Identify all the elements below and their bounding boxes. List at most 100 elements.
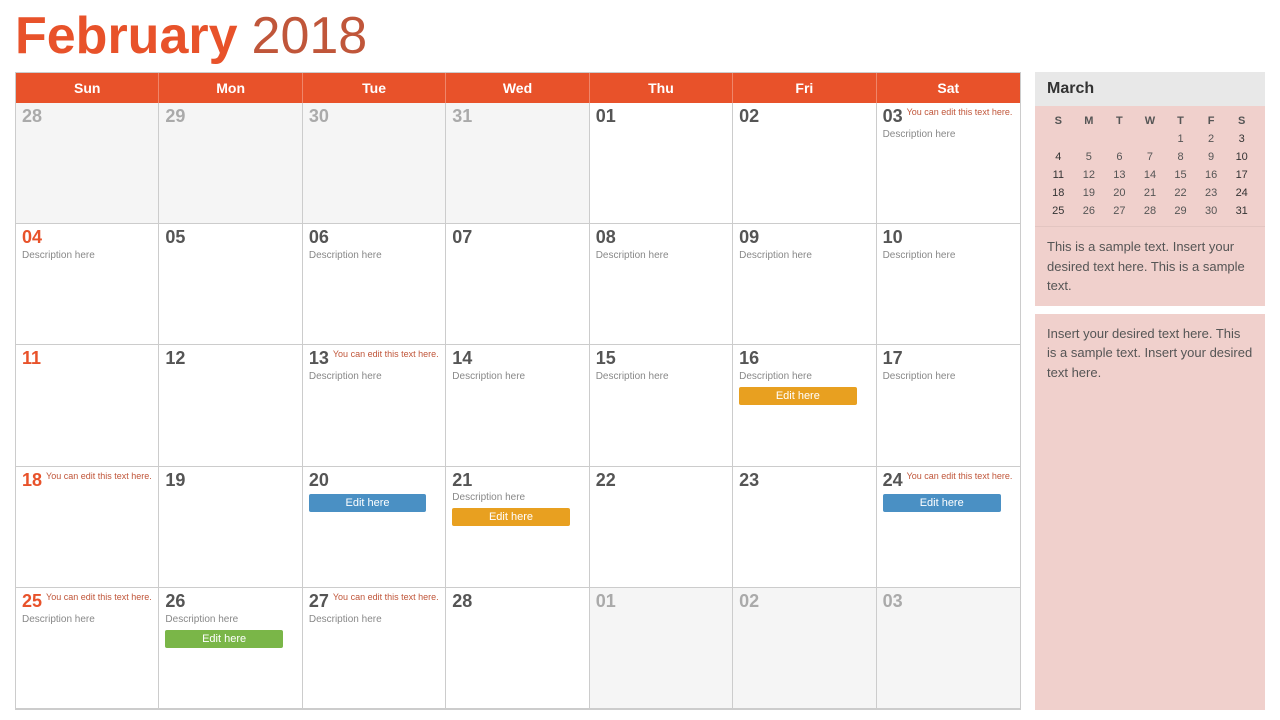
day-top: 31 — [452, 107, 582, 127]
day-top: 22 — [596, 471, 726, 491]
day-top: 25You can edit this text here. — [22, 592, 152, 612]
description-text: Description here — [452, 492, 582, 504]
mini-cal-cell: 10 — [1226, 148, 1257, 166]
day-top: 02 — [739, 107, 869, 127]
description-text: Description here — [309, 250, 439, 262]
description-text: Description here — [883, 250, 1014, 262]
header-month: February — [15, 10, 238, 62]
cal-cell-row0-col1: 29 — [159, 103, 302, 224]
day-number: 17 — [883, 349, 903, 369]
mini-cal-cell: 7 — [1135, 148, 1166, 166]
cal-cell-row4-col0: 25You can edit this text here.Descriptio… — [16, 588, 159, 709]
day-top: 02 — [739, 592, 869, 612]
mini-cal-cell: 14 — [1135, 166, 1166, 184]
cal-cell-row0-col3: 31 — [446, 103, 589, 224]
mini-cal-cell — [1043, 130, 1074, 148]
mini-cal-cell: 20 — [1104, 184, 1135, 202]
day-top: 07 — [452, 228, 582, 248]
cal-cell-row0-col6: 03You can edit this text here.Descriptio… — [877, 103, 1020, 224]
calendar-body: 28 29 30 31 01 02 03 You can edit this text her… — [16, 103, 1020, 709]
day-number: 08 — [596, 228, 616, 248]
mini-cal-row: 123 — [1043, 130, 1257, 148]
cal-cell-row4-col1: 26 Description here Edit here — [159, 588, 302, 709]
cal-cell-row3-col3: 21Description here Edit here — [446, 467, 589, 588]
day-top: 09 — [739, 228, 869, 248]
day-number: 09 — [739, 228, 759, 248]
mini-cal-title: March — [1035, 72, 1265, 106]
edit-note: You can edit this text here. — [333, 349, 439, 360]
mini-cal-row: 11121314151617 — [1043, 166, 1257, 184]
cal-cell-row3-col5: 23 — [733, 467, 876, 588]
page-header: February 2018 — [15, 10, 1265, 62]
day-number: 28 — [452, 592, 472, 612]
mini-cal-cell: 3 — [1226, 130, 1257, 148]
cal-cell-row4-col3: 28 — [446, 588, 589, 709]
day-top: 08 — [596, 228, 726, 248]
cal-cell-row0-col0: 28 — [16, 103, 159, 224]
mini-cal-cell: 22 — [1165, 184, 1196, 202]
cal-cell-row0-col4: 01 — [590, 103, 733, 224]
edit-button[interactable]: Edit here — [739, 387, 856, 405]
mini-cal-row: 18192021222324 — [1043, 184, 1257, 202]
edit-note: You can edit this text here. — [333, 592, 439, 603]
cal-cell-row1-col5: 09Description here — [733, 224, 876, 345]
cal-cell-row2-col0: 11 — [16, 345, 159, 466]
sidebar: March SMTWTFS 12345678910111213141516171… — [1035, 72, 1265, 710]
day-top: 06 — [309, 228, 439, 248]
mini-calendar: SMTWTFS 12345678910111213141516171819202… — [1035, 106, 1265, 226]
mini-cal-row: 25262728293031 — [1043, 202, 1257, 220]
cal-cell-row1-col3: 07 — [446, 224, 589, 345]
mini-cal-cell: 17 — [1226, 166, 1257, 184]
day-number: 26 — [165, 592, 185, 612]
mini-cal-cell: 8 — [1165, 148, 1196, 166]
day-number: 06 — [309, 228, 329, 248]
main-layout: Sun Mon Tue Wed Thu Fri Sat 282930310102… — [15, 72, 1265, 710]
col-thu: Thu — [590, 73, 733, 103]
cal-cell-row2-col4: 15 Description here — [590, 345, 733, 466]
day-number: 23 — [739, 471, 759, 491]
mini-cal-header-row: SMTWTFS — [1043, 112, 1257, 130]
mini-cal-cell: 24 — [1226, 184, 1257, 202]
day-number: 01 — [596, 107, 616, 127]
cal-cell-row1-col4: 08 Description here — [590, 224, 733, 345]
description-text: Description here — [452, 371, 582, 383]
edit-button[interactable]: Edit here — [309, 494, 426, 512]
description-text: Description here — [739, 371, 869, 383]
day-number: 01 — [596, 592, 616, 612]
description-text: Description here — [596, 371, 726, 383]
cal-cell-row1-col2: 06 Description here — [303, 224, 446, 345]
edit-button[interactable]: Edit here — [883, 494, 1001, 512]
edit-button[interactable]: Edit here — [452, 508, 569, 526]
day-top: 23 — [739, 471, 869, 491]
cal-cell-row3-col4: 22 — [590, 467, 733, 588]
day-number: 15 — [596, 349, 616, 369]
day-number: 03 — [883, 592, 903, 612]
day-number: 24 — [883, 471, 903, 491]
description-text: Description here — [165, 614, 295, 626]
day-number: 03 — [883, 107, 903, 127]
cal-cell-row3-col1: 19 — [159, 467, 302, 588]
day-top: 18You can edit this text here. — [22, 471, 152, 491]
edit-note: You can edit this text here. — [907, 471, 1013, 482]
col-wed: Wed — [446, 73, 589, 103]
day-number: 05 — [165, 228, 185, 248]
description-text: Description here — [309, 614, 439, 626]
col-tue: Tue — [303, 73, 446, 103]
day-top: 30 — [309, 107, 439, 127]
day-top: 13You can edit this text here. — [309, 349, 439, 369]
day-number: 25 — [22, 592, 42, 612]
mini-cal-cell: 4 — [1043, 148, 1074, 166]
day-top: 15 — [596, 349, 726, 369]
cal-cell-row1-col0: 04Description here — [16, 224, 159, 345]
edit-button[interactable]: Edit here — [165, 630, 282, 648]
mini-cal-cell: 26 — [1074, 202, 1105, 220]
edit-note: You can edit this text here. — [907, 107, 1013, 118]
mini-cal-cell — [1135, 130, 1166, 148]
cal-cell-row3-col2: 20Edit here — [303, 467, 446, 588]
mini-cal-cell: 1 — [1165, 130, 1196, 148]
day-top: 21 — [452, 471, 582, 491]
description-text: Description here — [596, 250, 726, 262]
mini-cal-cell: 25 — [1043, 202, 1074, 220]
day-top: 28 — [22, 107, 152, 127]
day-top: 17 — [883, 349, 1014, 369]
